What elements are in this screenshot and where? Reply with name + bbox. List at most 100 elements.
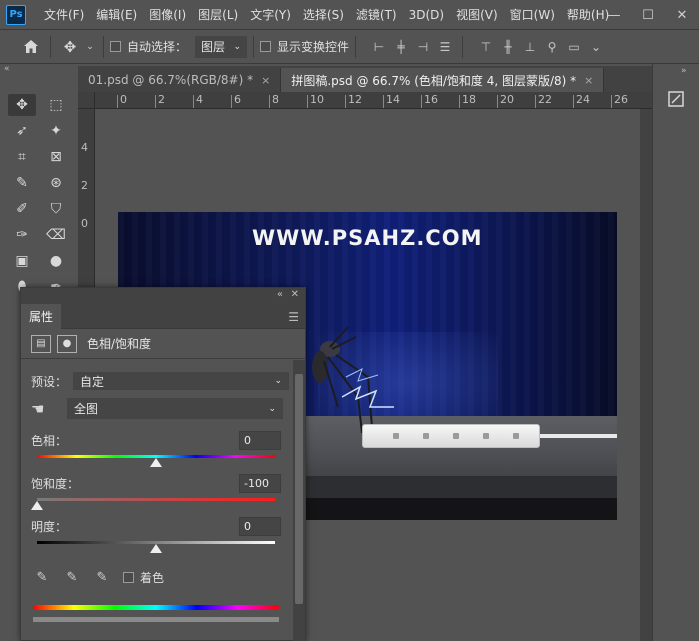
align-bottom-icon[interactable]: ⊥ [519, 36, 541, 58]
chevron-down-icon: ⌄ [233, 41, 242, 52]
saturation-slider-thumb[interactable] [31, 501, 43, 510]
ruler-tick-label: 4 [196, 93, 203, 106]
lasso-tool-icon[interactable]: ➶ [8, 120, 36, 142]
gradient-tool-icon[interactable]: ▣ [8, 250, 36, 272]
panel-titlebar: « ✕ [21, 288, 305, 304]
saturation-input[interactable]: -100 [239, 474, 281, 493]
panel-menu-icon[interactable]: ☰ [288, 310, 299, 324]
hue-input[interactable]: 0 [239, 431, 281, 450]
menu-3d[interactable]: 3D(D) [403, 0, 450, 30]
ruler-tick-label: 8 [272, 93, 279, 106]
marquee-tool-icon[interactable]: ⬚ [42, 94, 70, 116]
search-icon[interactable]: ⚲ [541, 36, 563, 58]
hue-spectrum-bar-top [33, 605, 279, 610]
brush-tool-icon[interactable]: ✐ [8, 198, 36, 220]
menu-filter[interactable]: 滤镜(T) [350, 0, 403, 30]
hue-slider-track[interactable] [37, 455, 275, 467]
adjustment-layer-icon[interactable]: ▤ [31, 334, 51, 353]
layer-mask-icon[interactable]: ● [57, 334, 77, 353]
saturation-slider-track[interactable] [31, 498, 275, 510]
panel-collapse-icon[interactable]: « [277, 289, 283, 300]
ruler-tick-mark [459, 95, 460, 108]
tab-01-psd[interactable]: 01.psd @ 66.7%(RGB/8#) * × [78, 68, 282, 92]
history-brush-tool-icon[interactable]: ✑ [8, 224, 36, 246]
align-horizontal-center-icon[interactable]: ╪ [390, 36, 412, 58]
colorize-checkbox[interactable] [123, 571, 134, 583]
move-tool-icon[interactable]: ✥ [8, 94, 36, 116]
maximize-button[interactable]: ☐ [631, 0, 665, 30]
ruler-tick-label: 26 [614, 93, 628, 106]
minimize-button[interactable]: — [597, 0, 631, 30]
panel-close-icon[interactable]: ✕ [291, 289, 299, 300]
menu-bar: Ps 文件(F) 编辑(E) 图像(I) 图层(L) 文字(Y) 选择(S) 滤… [0, 0, 699, 30]
panel-scrollbar[interactable] [293, 360, 305, 641]
distribute-icon[interactable]: ☰ [434, 36, 456, 58]
ruler-tick-mark [573, 95, 574, 108]
menu-view[interactable]: 视图(V) [450, 0, 504, 30]
toolbar-collapse-icon[interactable]: « [0, 64, 20, 76]
workspace-icon[interactable]: ▭ [563, 36, 585, 58]
eyedropper-icon[interactable]: ✎ [31, 567, 53, 587]
tab-puzzle-psd[interactable]: 拼图稿.psd @ 66.7% (色相/饱和度 4, 图层蒙版/8) * × [281, 68, 605, 92]
ruler-tick-mark [117, 95, 118, 108]
auto-select-label: 自动选择： [127, 40, 188, 54]
home-icon[interactable] [18, 34, 44, 60]
saturation-label: 饱和度： [31, 477, 80, 491]
menu-image[interactable]: 图像(I) [143, 0, 192, 30]
close-icon[interactable]: × [261, 74, 270, 87]
ruler-tick-label: 24 [576, 93, 590, 106]
channel-dropdown[interactable]: 全图 ⌄ [67, 398, 283, 419]
dock-collapse-icon[interactable]: » [681, 66, 687, 76]
properties-panel-icon[interactable] [663, 86, 689, 112]
mosquito-figure [312, 326, 394, 434]
divider [462, 35, 464, 58]
eyedropper-tool-icon[interactable]: ✎ [8, 172, 36, 194]
lightness-slider-track[interactable] [37, 541, 275, 553]
lightness-input[interactable]: 0 [239, 517, 281, 536]
menu-window[interactable]: 窗口(W) [504, 0, 561, 30]
crop-tool-icon[interactable]: ⌗ [8, 146, 36, 168]
eyedropper-minus-icon[interactable]: ✎ [91, 567, 113, 587]
menu-file[interactable]: 文件(F) [38, 0, 90, 30]
auto-select-target-dropdown[interactable]: 图层 ⌄ [195, 35, 248, 58]
magic-wand-tool-icon[interactable]: ✦ [42, 120, 70, 142]
horizontal-ruler[interactable]: 0 2 4 6 8 10 12 14 16 18 20 22 24 26 [95, 92, 652, 109]
channel-row: ☚ 全图 ⌄ [31, 398, 283, 419]
ruler-tick-label: 14 [386, 93, 400, 106]
align-top-icon[interactable]: ⊤ [475, 36, 497, 58]
saturation-row: 饱和度： -100 [31, 474, 281, 493]
auto-select-option[interactable]: 自动选择： [110, 38, 187, 55]
align-vertical-center-icon[interactable]: ╫ [497, 36, 519, 58]
close-icon[interactable]: × [584, 74, 593, 87]
canvas-scrollbar[interactable] [640, 109, 652, 641]
menu-edit[interactable]: 编辑(E) [90, 0, 143, 30]
preset-dropdown[interactable]: 自定 ⌄ [73, 372, 290, 390]
close-window-button[interactable]: ✕ [665, 0, 699, 30]
targeted-adjustment-hand-icon[interactable]: ☚ [31, 400, 55, 418]
align-left-icon[interactable]: ⊢ [368, 36, 390, 58]
chevron-down-icon[interactable]: ⌄ [83, 34, 97, 60]
menu-select[interactable]: 选择(S) [297, 0, 350, 30]
align-right-icon[interactable]: ⊣ [412, 36, 434, 58]
show-transform-label: 显示变换控件 [277, 40, 350, 54]
stamp-tool-icon[interactable]: ⛉ [42, 198, 70, 220]
eraser-tool-icon[interactable]: ⌫ [42, 224, 70, 246]
menu-type[interactable]: 文字(Y) [244, 0, 297, 30]
move-tool-icon[interactable]: ✥ [57, 34, 83, 60]
panel-scrollbar-thumb[interactable] [295, 374, 303, 604]
show-transform-option[interactable]: 显示变换控件 [260, 38, 349, 55]
chevron-down-icon: ⌄ [274, 376, 283, 386]
spot-healing-tool-icon[interactable]: ⊛ [42, 172, 70, 194]
watermark-text: WWW.PSAHZ.COM [252, 226, 483, 250]
lightness-slider-thumb[interactable] [150, 544, 162, 553]
menu-layer[interactable]: 图层(L) [192, 0, 244, 30]
show-transform-checkbox[interactable] [260, 41, 272, 52]
blur-tool-icon[interactable]: ● [42, 250, 70, 272]
eyedropper-plus-icon[interactable]: ✎ [61, 567, 83, 587]
share-icon[interactable]: ⌄ [585, 36, 607, 58]
adjustment-title: 色相/饱和度 [87, 337, 152, 351]
hue-slider-thumb[interactable] [150, 458, 162, 467]
tab-properties[interactable]: 属性 [21, 304, 61, 329]
auto-select-checkbox[interactable] [110, 41, 121, 52]
frame-tool-icon[interactable]: ⊠ [42, 146, 70, 168]
